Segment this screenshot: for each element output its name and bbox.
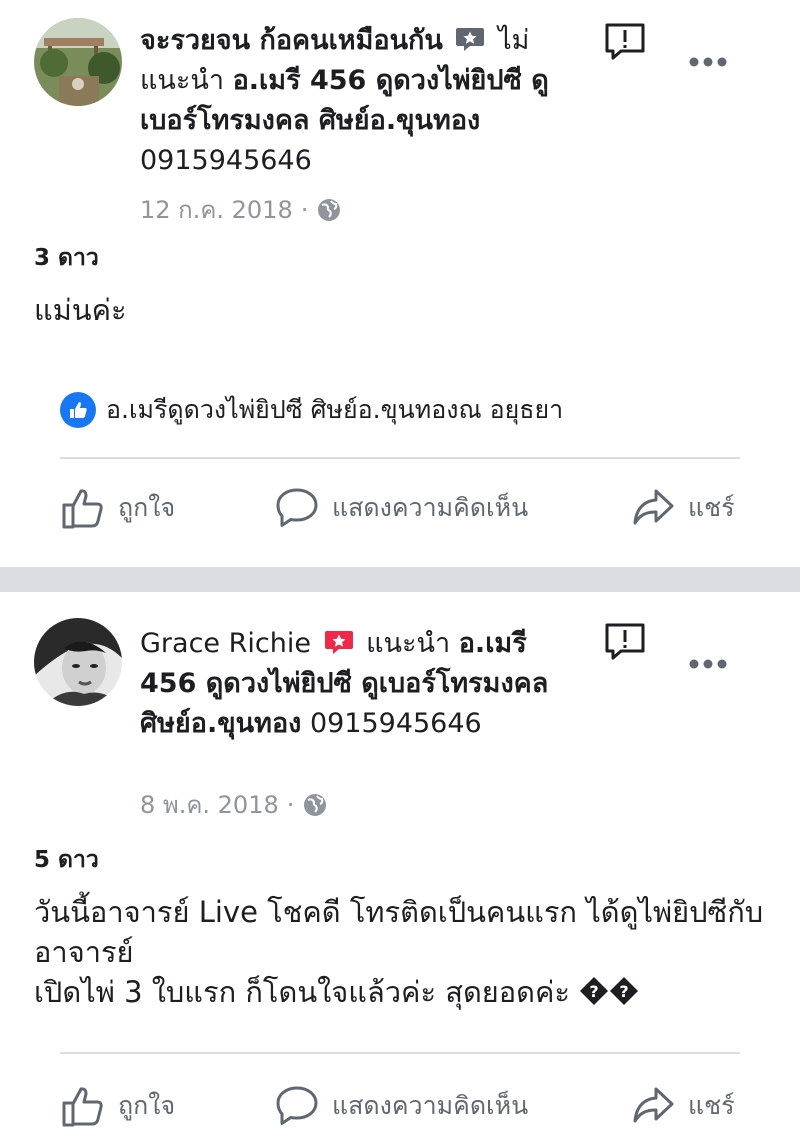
star-badge-icon <box>456 28 485 51</box>
review-line: วันนี้อาจารย์ Live โชคดี โทรติดเป็นคนแรก… <box>34 895 764 969</box>
comment-label: แสดงความคิดเห็น <box>332 1091 529 1120</box>
review-line-2: เปิดไพ่ 3 ใบแรก ก็โดนใจแล้วค่ะ สุดยอดค่ะ… <box>34 972 774 1012</box>
report-icon[interactable] <box>604 622 646 662</box>
share-button[interactable]: แชร์ <box>630 1076 735 1136</box>
star-rating: 5 ดาว <box>34 847 99 873</box>
action-bar: ถูกใจ แสดงความคิดเห็น แชร์ <box>0 1076 800 1136</box>
comment-label: แสดงความคิดเห็น <box>332 493 529 522</box>
action-bar: ถูกใจ แสดงความคิดเห็น แชร์ <box>0 478 800 538</box>
author-avatar[interactable] <box>34 618 122 706</box>
star-rating: 3 ดาว <box>34 245 99 271</box>
post-meta: 8 พ.ค. 2018 · <box>140 785 328 824</box>
page-phone: 0915945646 <box>140 145 312 176</box>
share-label: แชร์ <box>688 1091 735 1120</box>
post-header: จะรวยจน ก้อคนเหมือนกัน ไม่แนะนำ อ.เมรี 4… <box>140 21 590 181</box>
share-icon <box>633 489 674 525</box>
comment-button[interactable]: แสดงความคิดเห็น <box>274 478 528 538</box>
question-emoji-icon: ? <box>610 977 639 1005</box>
globe-icon <box>318 198 341 221</box>
comment-icon <box>276 488 318 527</box>
author-name[interactable]: จะรวยจน ก้อคนเหมือนกัน <box>140 25 443 56</box>
question-emoji-icon: ? <box>580 977 609 1005</box>
thumbs-up-icon <box>62 489 103 529</box>
post-separator <box>0 567 800 592</box>
like-button[interactable]: ถูกใจ <box>60 478 175 538</box>
share-icon <box>633 1087 674 1123</box>
report-icon[interactable] <box>604 22 646 62</box>
divider <box>60 457 740 459</box>
more-options-icon[interactable] <box>688 56 728 68</box>
review-post-1: จะรวยจน ก้อคนเหมือนกัน ไม่แนะนำ อ.เมรี 4… <box>0 0 800 567</box>
liked-by-name: อ.เมรีดูดวงไพ่ยิปซี ศิษย์อ.ขุนทองณ อยุธย… <box>106 395 564 424</box>
recommend-status: แนะนำ <box>366 628 451 659</box>
thumbs-up-icon <box>62 1087 103 1127</box>
post-date[interactable]: 12 ก.ค. 2018 <box>140 190 293 229</box>
review-body: วันนี้อาจารย์ Live โชคดี โทรติดเป็นคนแรก… <box>34 892 774 1012</box>
comment-icon <box>276 1086 318 1125</box>
post-meta: 12 ก.ค. 2018 · <box>140 190 342 229</box>
star-badge-icon <box>324 631 353 654</box>
divider <box>60 1052 740 1054</box>
meta-separator: · <box>300 195 309 224</box>
comment-button[interactable]: แสดงความคิดเห็น <box>274 1076 528 1136</box>
meta-separator: · <box>286 790 295 819</box>
like-label: ถูกใจ <box>118 493 176 522</box>
review-post-2: Grace Richie แนะนำ อ.เมรี 456 ดูดวงไพ่ยิ… <box>0 592 800 1141</box>
svg-text:?: ? <box>620 982 629 1001</box>
review-line: แม่นค่ะ <box>34 293 127 327</box>
post-header: Grace Richie แนะนำ อ.เมรี 456 ดูดวงไพ่ยิ… <box>140 624 590 744</box>
author-name[interactable]: Grace Richie <box>140 628 311 659</box>
share-label: แชร์ <box>688 493 735 522</box>
like-summary[interactable]: อ.เมรีดูดวงไพ่ยิปซี ศิษย์อ.ขุนทองณ อยุธย… <box>60 390 563 430</box>
svg-text:?: ? <box>590 982 599 1001</box>
page-phone: 0915945646 <box>309 708 482 739</box>
more-options-icon[interactable] <box>688 658 728 670</box>
like-badge-icon <box>60 392 96 428</box>
like-button[interactable]: ถูกใจ <box>60 1076 175 1136</box>
share-button[interactable]: แชร์ <box>630 478 735 538</box>
review-body: แม่นค่ะ <box>34 290 774 330</box>
like-label: ถูกใจ <box>118 1091 176 1120</box>
author-avatar[interactable] <box>34 18 122 106</box>
post-date[interactable]: 8 พ.ค. 2018 <box>140 785 279 824</box>
globe-icon <box>304 793 327 816</box>
review-line-text: เปิดไพ่ 3 ใบแรก ก็โดนใจแล้วค่ะ สุดยอดค่ะ <box>34 975 570 1009</box>
